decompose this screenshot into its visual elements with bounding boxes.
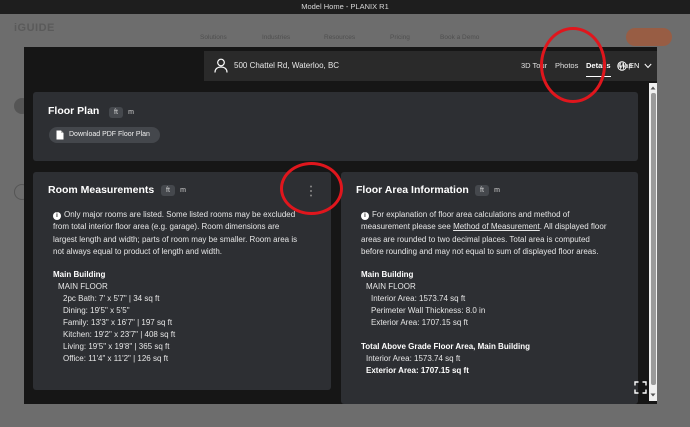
bg-nav-item: Solutions (200, 34, 227, 41)
floor-plan-title: Floor Plan (48, 105, 100, 117)
scrollbar[interactable] (649, 83, 657, 401)
property-address: 500 Chattel Rd, Waterloo, BC (234, 61, 340, 70)
method-of-measurement-link[interactable]: Method of Measurement (453, 222, 540, 231)
room-row: Dining: 19'5" x 5'5" (63, 306, 130, 315)
total-interior-area: Interior Area: 1573.74 sq ft (366, 354, 461, 363)
room-row: Family: 13'3" x 16'7" | 197 sq ft (63, 318, 173, 327)
unit-m-toggle[interactable]: m (125, 107, 137, 118)
unit-ft-toggle[interactable]: ft (475, 185, 489, 196)
room-measurements-title: Room Measurements (48, 184, 155, 196)
language-selector[interactable]: EN (629, 51, 639, 81)
floor-heading: MAIN FLOOR (58, 282, 108, 291)
room-row: Kitchen: 19'2" x 23'7" | 408 sq ft (63, 330, 176, 339)
perimeter-wall-thickness: Perimeter Wall Thickness: 8.0 in (371, 306, 486, 315)
room-row: Living: 19'5" x 19'8" | 365 sq ft (63, 342, 170, 351)
unit-m-toggle[interactable]: m (177, 185, 189, 196)
scroll-down-icon[interactable] (650, 392, 656, 398)
info-icon: i (361, 212, 369, 220)
tab-photos[interactable]: Photos (555, 51, 578, 81)
unit-ft-toggle[interactable]: ft (109, 107, 123, 118)
interior-area: Interior Area: 1573.74 sq ft (371, 294, 466, 303)
document-icon (56, 130, 64, 140)
floor-area-title: Floor Area Information (356, 184, 469, 196)
floor-area-card: Floor Area Information ft m i For explana… (341, 172, 638, 404)
bg-nav-item: Pricing (390, 34, 410, 41)
download-pdf-button[interactable]: Download PDF Floor Plan (49, 127, 160, 143)
tab-3d-tour[interactable]: 3D Tour (521, 51, 547, 81)
building-heading: Main Building (53, 270, 106, 279)
details-modal: 500 Chattel Rd, Waterloo, BC 3D Tour Pho… (24, 47, 657, 404)
scroll-up-icon[interactable] (650, 85, 656, 91)
scrollbar-thumb[interactable] (650, 93, 656, 385)
floor-heading: MAIN FLOOR (366, 282, 416, 291)
bg-nav-item: Book a Demo (440, 34, 480, 41)
unit-ft-toggle[interactable]: ft (161, 185, 175, 196)
bg-cta-button (626, 28, 672, 46)
more-options-icon[interactable] (308, 184, 314, 198)
building-heading: Main Building (361, 270, 414, 279)
bg-nav-item: Industries (262, 34, 291, 41)
fullscreen-icon[interactable] (634, 381, 647, 394)
room-measurements-card: Room Measurements ft m i Only major rooms… (33, 172, 331, 390)
info-icon: i (53, 212, 61, 220)
site-logo: iGUIDE (14, 22, 55, 34)
room-row: 2pc Bath: 7' x 5'7" | 34 sq ft (63, 294, 160, 303)
unit-m-toggle[interactable]: m (491, 185, 503, 196)
globe-icon[interactable] (617, 61, 627, 71)
exterior-area: Exterior Area: 1707.15 sq ft (371, 318, 468, 327)
floor-plan-card: Floor Plan ft m Download PDF Floor Plan (33, 92, 638, 161)
total-area-heading: Total Above Grade Floor Area, Main Build… (361, 342, 531, 351)
tab-details[interactable]: Details (586, 51, 611, 81)
window-title: Model Home - PLANIX R1 (0, 0, 690, 14)
room-measurements-info: i Only major rooms are listed. Some liste… (53, 210, 298, 257)
chevron-down-icon[interactable] (644, 63, 652, 69)
floor-area-info: i For explanation of floor area calculati… (361, 210, 607, 257)
user-icon (214, 58, 228, 73)
total-exterior-area: Exterior Area: 1707.15 sq ft (366, 366, 469, 375)
download-pdf-label: Download PDF Floor Plan (69, 131, 150, 138)
room-row: Office: 11'4" x 11'2" | 126 sq ft (63, 354, 169, 363)
modal-header: 500 Chattel Rd, Waterloo, BC 3D Tour Pho… (204, 51, 657, 81)
bg-nav-item: Resources (324, 34, 356, 41)
